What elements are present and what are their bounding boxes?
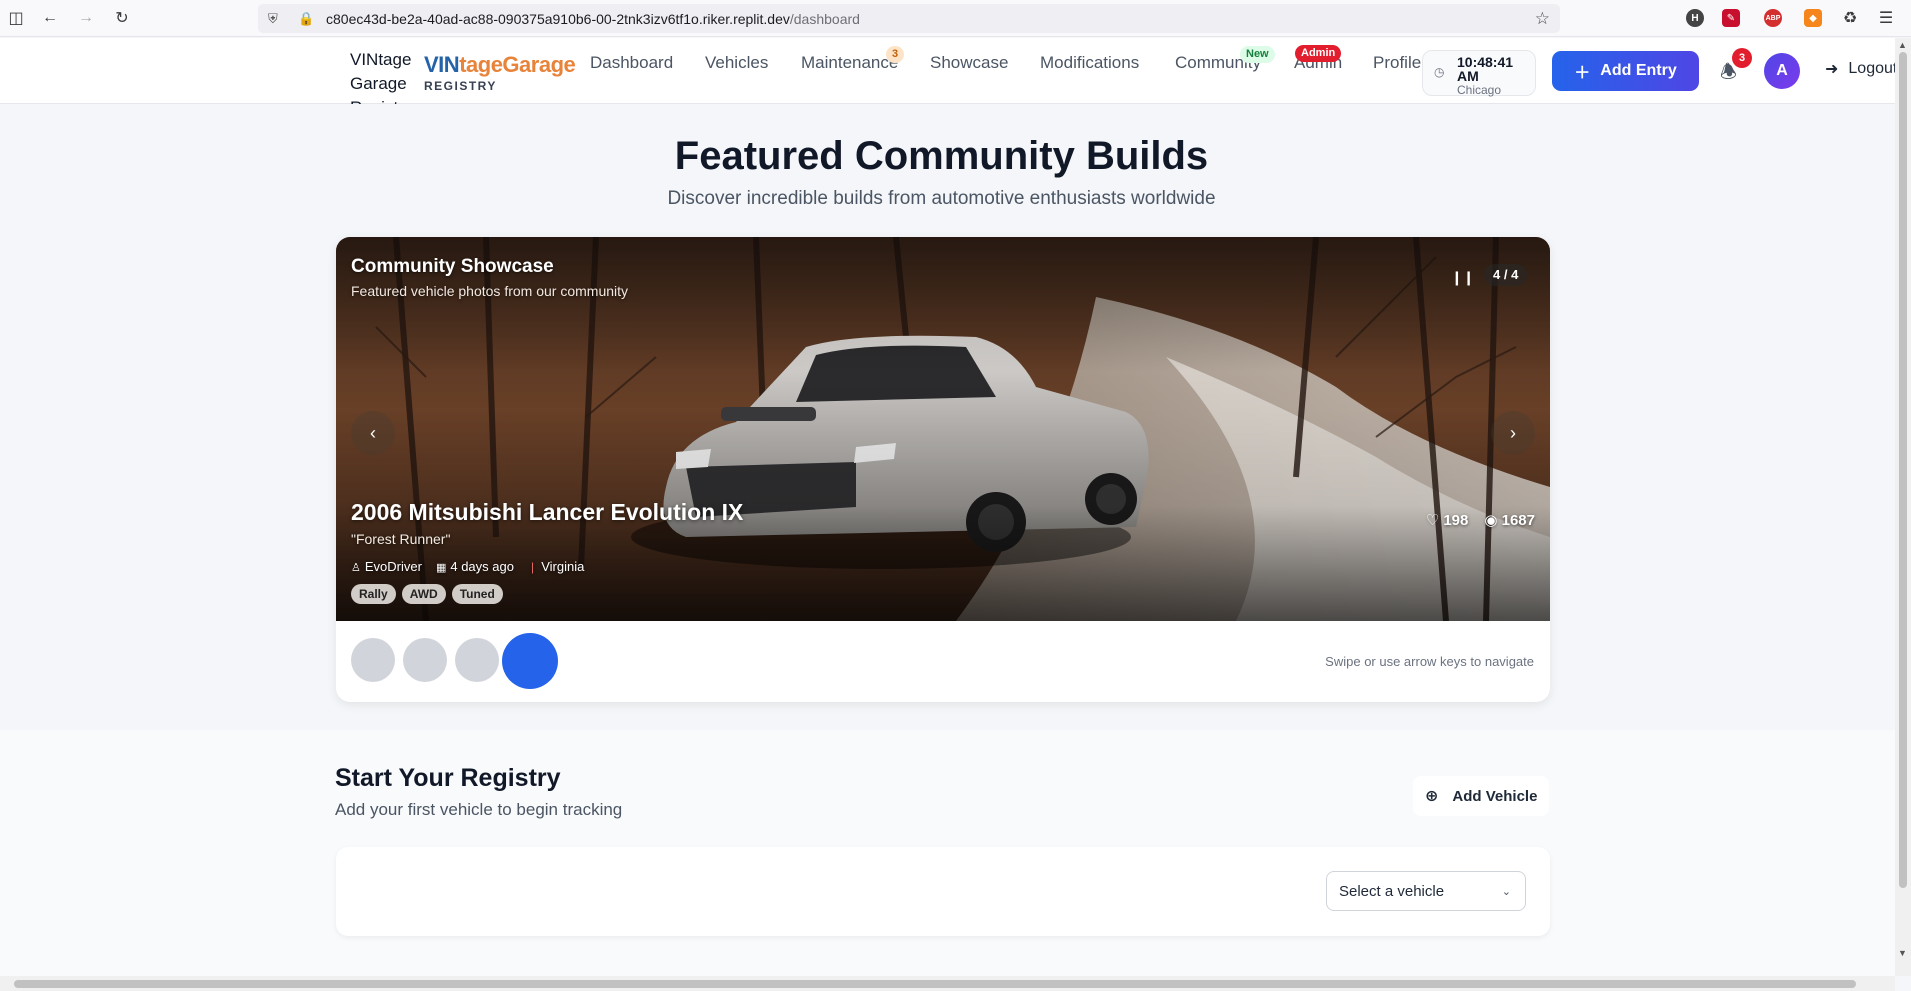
back-arrow-icon[interactable]: ← xyxy=(40,8,60,28)
forward-arrow-icon[interactable]: → xyxy=(76,8,96,28)
logout-button[interactable]: ➜ Logout xyxy=(1825,59,1897,79)
user-icon: ♙ xyxy=(351,562,361,574)
location-text: Virginia xyxy=(541,559,585,574)
plus-icon: ＋ xyxy=(1574,65,1591,82)
tag-tuned[interactable]: Tuned xyxy=(451,584,503,604)
add-vehicle-label: Add Vehicle xyxy=(1452,787,1538,805)
scroll-down-arrow-icon[interactable]: ▼ xyxy=(1898,948,1907,958)
vehicle-select-value: Select a vehicle xyxy=(1339,882,1445,900)
maintenance-count-badge: 3 xyxy=(886,46,905,63)
bookmark-star-icon[interactable]: ☆ xyxy=(1535,9,1550,29)
page-title: Featured Community Builds xyxy=(674,134,1209,178)
vehicle-stats: ♡ 198 ◉ 1687 xyxy=(1426,511,1535,529)
likes-count: 198 xyxy=(1443,512,1469,529)
chevron-right-icon: › xyxy=(1510,422,1516,443)
nav-showcase[interactable]: Showcase xyxy=(930,53,1008,73)
tag-rally[interactable]: Rally xyxy=(351,584,396,604)
registry-section: Start Your Registry Add your first vehic… xyxy=(0,730,1895,976)
extensions-puzzle-icon[interactable]: ♻ xyxy=(1840,8,1860,28)
vehicle-selector-card: Select a vehicle ⌄ xyxy=(336,847,1550,936)
views-count: 1687 xyxy=(1501,512,1535,529)
registry-title: Start Your Registry xyxy=(335,764,561,792)
clock-time: 10:48:41 AM xyxy=(1457,54,1514,84)
lock-icon[interactable]: 🔒 xyxy=(298,11,314,27)
registry-subtitle: Add your first vehicle to begin tracking xyxy=(335,800,623,819)
admin-badge: Admin xyxy=(1295,45,1342,62)
showcase-subtitle: Featured vehicle photos from our communi… xyxy=(351,283,629,299)
plus-circle-icon: ⊕ xyxy=(1425,788,1439,805)
metamask-fox-icon[interactable]: ◆ xyxy=(1804,9,1822,27)
tag-awd[interactable]: AWD xyxy=(401,584,446,604)
extension-pdf-icon[interactable]: ✎ xyxy=(1722,9,1740,27)
page-subtitle: Discover incredible builds from automoti… xyxy=(667,188,1216,209)
brand-vin: VIN xyxy=(424,52,460,77)
shield-icon[interactable]: ⛨ xyxy=(268,11,286,27)
nav-modifications[interactable]: Modifications xyxy=(1040,53,1139,73)
add-vehicle-button[interactable]: ⊕ Add Vehicle xyxy=(1413,776,1549,816)
nav-dashboard[interactable]: Dashboard xyxy=(590,53,673,73)
menu-icon[interactable]: ☰ xyxy=(1876,8,1896,28)
extension-h-icon[interactable]: H xyxy=(1686,9,1704,27)
adblock-icon[interactable]: ABP xyxy=(1764,9,1782,27)
notification-count-badge: 3 xyxy=(1732,48,1752,68)
posted-text: 4 days ago xyxy=(450,559,514,574)
clock-icon: ◷ xyxy=(1434,65,1445,79)
slide-counter: 4 / 4 xyxy=(1484,264,1528,286)
map-pin-icon: ❘ xyxy=(527,562,538,574)
clock-city: Chicago xyxy=(1457,83,1502,97)
vertical-scroll-thumb[interactable] xyxy=(1899,52,1907,888)
nav-vehicles[interactable]: Vehicles xyxy=(705,53,768,73)
scroll-up-arrow-icon[interactable]: ▲ xyxy=(1898,40,1907,50)
community-new-badge: New xyxy=(1240,46,1275,63)
slide-thumbnail-2[interactable] xyxy=(403,638,447,682)
logout-label: Logout xyxy=(1848,60,1898,77)
featured-builds-section: Featured Community Builds Discover incre… xyxy=(0,104,1895,730)
vehicle-title[interactable]: 2006 Mitsubishi Lancer Evolution IX xyxy=(351,499,743,526)
owner[interactable]: ♙ EvoDriver xyxy=(351,559,422,574)
url-text: c80ec43d-be2a-40ad-ac88-090375a910b6-00-… xyxy=(326,10,860,27)
likes[interactable]: ♡ 198 xyxy=(1426,511,1469,529)
chevron-down-icon: ⌄ xyxy=(1501,885,1511,898)
add-entry-button[interactable]: ＋ Add Entry xyxy=(1552,51,1699,91)
vertical-scrollbar[interactable]: ▲ ▼ xyxy=(1895,38,1911,976)
nav-maintenance[interactable]: Maintenance xyxy=(801,53,898,73)
horizontal-scrollbar[interactable] xyxy=(0,976,1895,991)
clock-widget: ◷ 10:48:41 AM Chicago xyxy=(1422,50,1536,96)
location: ❘ Virginia xyxy=(528,559,584,574)
owner-name: EvoDriver xyxy=(364,559,422,574)
previous-slide-button[interactable]: ‹ xyxy=(351,411,395,455)
brand-logo[interactable]: VINtageGarage REGISTRY xyxy=(424,52,576,93)
app-header: VINtage Garage Registry Logo VINtageGara… xyxy=(0,38,1897,141)
showcase-title: Community Showcase xyxy=(351,256,554,277)
vehicle-meta: ♙ EvoDriver ▦ 4 days ago ❘ Virginia xyxy=(351,559,584,574)
horizontal-scroll-thumb[interactable] xyxy=(14,980,1856,988)
reload-icon[interactable]: ↻ xyxy=(112,8,132,28)
slide-thumbnail-3[interactable] xyxy=(455,638,499,682)
eye-icon: ◉ xyxy=(1484,512,1498,529)
brand-subtitle: REGISTRY xyxy=(424,79,497,93)
next-slide-button[interactable]: › xyxy=(1491,411,1535,455)
brand-name-rest: tageGarage xyxy=(459,52,576,77)
vehicle-tags: Rally AWD Tuned xyxy=(351,584,503,604)
views: ◉ 1687 xyxy=(1484,511,1535,529)
browser-toolbar: ◫ ← → ↻ ⛨ 🔒 c80ec43d-be2a-40ad-ac88-0903… xyxy=(0,0,1911,37)
slide-thumbnail-4[interactable] xyxy=(502,633,558,689)
pause-icon[interactable]: ❙❙ xyxy=(1451,269,1474,286)
carousel-slide[interactable]: Community Showcase Featured vehicle phot… xyxy=(336,237,1550,621)
heart-icon: ♡ xyxy=(1425,512,1440,529)
add-entry-label: Add Entry xyxy=(1600,62,1677,79)
sidebar-toggle-icon[interactable]: ◫ xyxy=(6,8,26,28)
logout-icon: ➜ xyxy=(1825,61,1839,78)
posted-date: ▦ 4 days ago xyxy=(436,559,514,574)
address-bar[interactable]: ⛨ 🔒 c80ec43d-be2a-40ad-ac88-090375a910b6… xyxy=(258,4,1560,33)
slide-thumbnail-1[interactable] xyxy=(351,638,395,682)
community-showcase-carousel: Community Showcase Featured vehicle phot… xyxy=(336,237,1550,702)
nav-profile[interactable]: Profile xyxy=(1373,53,1421,73)
user-avatar[interactable]: A xyxy=(1764,53,1800,89)
vehicle-select[interactable]: Select a vehicle ⌄ xyxy=(1326,871,1526,911)
calendar-icon: ▦ xyxy=(435,562,447,574)
swipe-hint: Swipe or use arrow keys to navigate xyxy=(1325,654,1534,669)
chevron-left-icon: ‹ xyxy=(370,422,376,443)
vehicle-nickname: "Forest Runner" xyxy=(351,531,451,547)
